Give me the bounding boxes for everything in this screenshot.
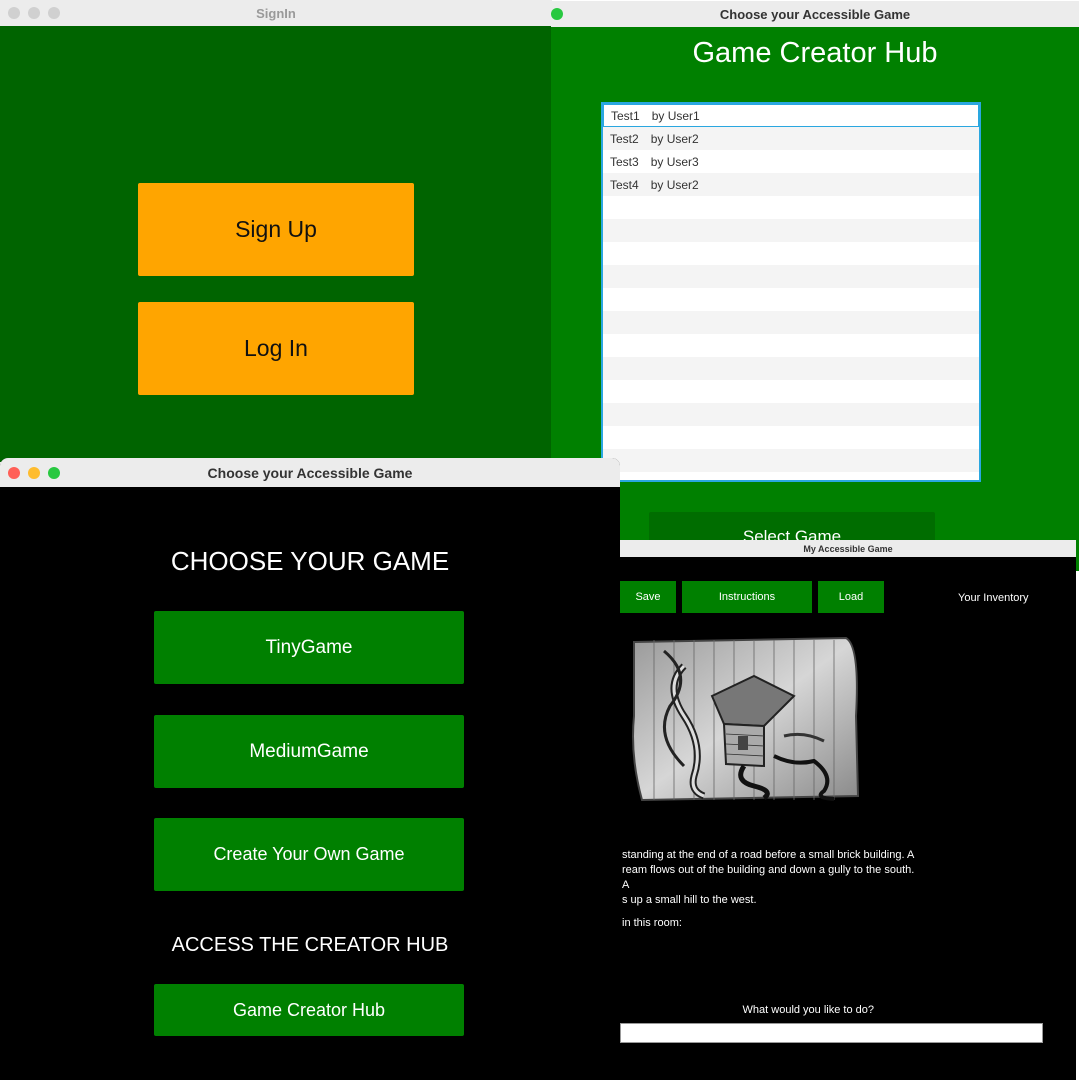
- window-controls[interactable]: [551, 8, 563, 20]
- list-item[interactable]: Test1 by User1: [603, 104, 979, 127]
- empty-row: [603, 311, 979, 334]
- empty-row: [603, 380, 979, 403]
- list-item[interactable]: Test3 by User3: [603, 150, 979, 173]
- choose-game-window: Choose your Accessible Game CHOOSE YOUR …: [0, 458, 620, 1080]
- empty-row: [603, 403, 979, 426]
- window-title: SignIn: [256, 5, 296, 21]
- game-author: by User2: [650, 177, 699, 192]
- room-image: [632, 636, 860, 802]
- command-prompt: What would you like to do?: [742, 1004, 874, 1016]
- save-button[interactable]: Save: [620, 581, 676, 613]
- creator-hub-window: Choose your Accessible Game Game Creator…: [551, 1, 1079, 571]
- create-game-button[interactable]: Create Your Own Game: [154, 818, 464, 891]
- empty-row: [603, 472, 979, 480]
- game-name: Test4: [610, 177, 639, 192]
- game-name: Test2: [610, 131, 639, 146]
- choose-titlebar: Choose your Accessible Game: [0, 458, 620, 487]
- log-in-button[interactable]: Log In: [138, 302, 414, 395]
- empty-row: [603, 334, 979, 357]
- window-controls[interactable]: [8, 7, 60, 19]
- hub-titlebar: Choose your Accessible Game: [551, 1, 1079, 27]
- minimize-icon[interactable]: [28, 466, 40, 479]
- command-input[interactable]: [620, 1023, 1043, 1043]
- window-controls[interactable]: [8, 466, 60, 479]
- creator-hub-heading: ACCESS THE CREATOR HUB: [171, 934, 449, 956]
- game-titlebar: My Accessible Game: [620, 540, 1076, 557]
- tiny-game-button[interactable]: TinyGame: [154, 611, 464, 684]
- game-author: by User3: [650, 154, 699, 169]
- window-title: Choose your Accessible Game: [719, 6, 911, 22]
- game-creator-hub-button[interactable]: Game Creator Hub: [154, 984, 464, 1036]
- game-list[interactable]: Test1 by User1 Test2 by User2 Test3 by U…: [601, 102, 981, 482]
- zoom-icon[interactable]: [48, 466, 60, 479]
- empty-row: [603, 426, 979, 449]
- game-author: by User2: [650, 131, 699, 146]
- list-item[interactable]: Test4 by User2: [603, 173, 979, 196]
- signin-window: SignIn Sign Up Log In: [0, 0, 552, 462]
- load-button[interactable]: Load: [818, 581, 884, 613]
- empty-row: [603, 265, 979, 288]
- hub-heading: Game Creator Hub: [692, 37, 938, 69]
- room-description: standing at the end of a road before a s…: [622, 849, 915, 906]
- empty-row: [603, 449, 979, 472]
- room-items-label: in this room:: [622, 917, 682, 929]
- window-title: My Accessible Game: [803, 543, 893, 554]
- list-item[interactable]: Test2 by User2: [603, 127, 979, 150]
- empty-row: [603, 196, 979, 219]
- instructions-button[interactable]: Instructions: [682, 581, 812, 613]
- minimize-icon[interactable]: [28, 7, 40, 19]
- close-icon[interactable]: [8, 7, 20, 19]
- inventory-label: Your Inventory: [958, 592, 1029, 604]
- close-icon[interactable]: [8, 466, 20, 479]
- sign-up-button[interactable]: Sign Up: [138, 183, 414, 276]
- window-title: Choose your Accessible Game: [207, 464, 413, 481]
- empty-row: [603, 357, 979, 380]
- empty-row: [603, 242, 979, 265]
- game-author: by User1: [651, 108, 700, 123]
- zoom-icon[interactable]: [551, 8, 563, 20]
- medium-game-button[interactable]: MediumGame: [154, 715, 464, 788]
- zoom-icon[interactable]: [48, 7, 60, 19]
- game-name: Test1: [611, 108, 640, 123]
- empty-row: [603, 288, 979, 311]
- game-name: Test3: [610, 154, 639, 169]
- signin-titlebar: SignIn: [0, 0, 552, 26]
- game-window: My Accessible Game Save Instructions Loa…: [620, 540, 1076, 1080]
- empty-row: [603, 219, 979, 242]
- choose-heading: CHOOSE YOUR GAME: [170, 546, 450, 576]
